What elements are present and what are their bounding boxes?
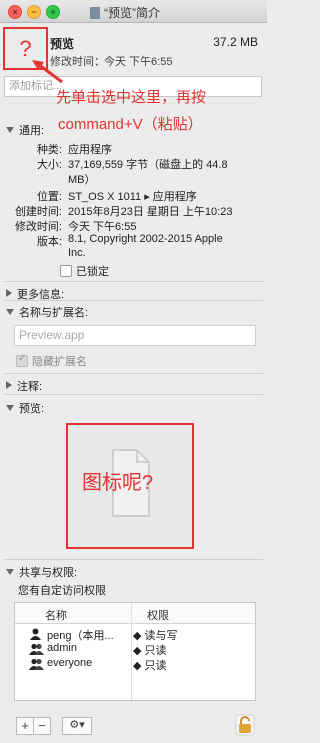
divider bbox=[4, 281, 263, 282]
name-ext-section-header[interactable]: 名称与扩展名: bbox=[6, 304, 88, 320]
document-icon bbox=[90, 7, 100, 19]
privilege-value: 只读 bbox=[144, 660, 167, 672]
comments-section-header[interactable]: 注释: bbox=[6, 378, 42, 394]
info-value: 37,169,559 字节（磁盘上的 44.8 bbox=[68, 159, 228, 171]
table-row[interactable]: peng（本用... ◆ 读与写 bbox=[15, 626, 255, 642]
disclosure-down-icon bbox=[6, 309, 14, 315]
permissions-toolbar: + − ⚙▾ bbox=[16, 717, 93, 735]
info-label: 大小: bbox=[36, 159, 62, 171]
comments-title: 注释: bbox=[17, 381, 43, 393]
user-icon bbox=[30, 628, 41, 640]
general-section-header[interactable]: 通用: bbox=[6, 122, 44, 138]
table-header: 名称 权限 bbox=[15, 603, 255, 624]
info-value: ST_OS X 1011 ▸ 应用程序 bbox=[68, 191, 197, 203]
user-privilege[interactable]: ◆ 只读 bbox=[133, 657, 167, 673]
preview-title: 预览: bbox=[19, 403, 45, 415]
info-label: 创建时间: bbox=[14, 206, 62, 218]
disclosure-down-icon bbox=[6, 405, 14, 411]
sharing-title: 共享与权限: bbox=[19, 567, 78, 579]
disclosure-right-icon bbox=[6, 289, 12, 297]
general-title: 通用: bbox=[19, 125, 45, 137]
user-name: admin bbox=[47, 642, 77, 654]
arrow-icon bbox=[32, 60, 63, 84]
add-user-button[interactable]: + bbox=[16, 717, 34, 735]
minimize-button[interactable]: − bbox=[27, 5, 41, 19]
user-name: everyone bbox=[47, 657, 93, 669]
info-label: 位置: bbox=[36, 191, 62, 203]
info-label: 修改时间: bbox=[14, 221, 62, 233]
app-name: 预览 bbox=[50, 37, 75, 51]
checkbox-icon bbox=[60, 265, 72, 277]
group-icon bbox=[29, 643, 44, 655]
divider bbox=[4, 559, 263, 560]
action-menu-button[interactable]: ⚙▾ bbox=[62, 717, 93, 735]
table-row[interactable]: admin ◆ 只读 bbox=[15, 641, 255, 657]
locked-checkbox[interactable]: 已锁定 bbox=[60, 263, 109, 279]
preview-section-header[interactable]: 预览: bbox=[6, 400, 44, 416]
info-value: 应用程序 bbox=[68, 144, 112, 156]
column-header-name[interactable]: 名称 bbox=[45, 607, 67, 623]
close-button[interactable]: × bbox=[8, 5, 22, 19]
hide-extension-label: 隐藏扩展名 bbox=[32, 356, 87, 368]
disclosure-down-icon bbox=[6, 569, 14, 575]
info-value: 今天 下午6:55 bbox=[68, 221, 137, 233]
annotation-line-1: 先单击选中这里，再按 bbox=[56, 89, 207, 106]
info-value: MB） bbox=[68, 174, 96, 186]
remove-user-button[interactable]: − bbox=[34, 717, 51, 735]
disclosure-down-icon bbox=[6, 127, 14, 133]
window-title-text: “预览”简介 bbox=[104, 6, 160, 20]
checkbox-checked-icon bbox=[16, 353, 28, 367]
sharing-section-header[interactable]: 共享与权限: bbox=[6, 564, 77, 580]
info-value: 2015年8月23日 星期日 上午10:23 bbox=[68, 206, 233, 218]
table-row[interactable]: everyone ◆ 只读 bbox=[15, 656, 255, 673]
access-subtitle: 您有自定访问权限 bbox=[18, 585, 106, 597]
info-label: 种类: bbox=[36, 144, 62, 156]
info-value: Inc. bbox=[68, 247, 86, 259]
window-title: “预览”简介 bbox=[90, 4, 160, 21]
preview-annotation: 图标呢? bbox=[82, 472, 154, 494]
everyone-icon bbox=[29, 658, 44, 670]
divider bbox=[4, 300, 263, 301]
filename-field[interactable]: Preview.app bbox=[14, 325, 256, 346]
lock-icon[interactable] bbox=[235, 714, 255, 736]
modified-value: 今天 下午6:55 bbox=[104, 56, 173, 68]
zoom-button[interactable]: + bbox=[46, 5, 60, 19]
column-header-privilege[interactable]: 权限 bbox=[147, 607, 169, 623]
hide-extension-checkbox[interactable]: 隐藏扩展名 bbox=[16, 353, 87, 369]
app-size: 37.2 MB bbox=[213, 35, 258, 49]
title-bar: × − + “预览”简介 bbox=[0, 0, 267, 23]
divider bbox=[4, 373, 263, 374]
info-value: 8.1, Copyright 2002-2015 Apple bbox=[68, 233, 223, 245]
annotation-line-2: command+V（粘贴） bbox=[58, 116, 203, 133]
divider bbox=[4, 394, 263, 395]
name-ext-title: 名称与扩展名: bbox=[19, 307, 89, 319]
permissions-table: 名称 权限 peng（本用... ◆ 读与写 admin ◆ 只读 everyo… bbox=[14, 602, 256, 701]
filename-value: Preview.app bbox=[19, 328, 85, 342]
locked-label: 已锁定 bbox=[76, 266, 109, 278]
disclosure-right-icon bbox=[6, 381, 12, 389]
info-label: 版本: bbox=[36, 236, 62, 248]
